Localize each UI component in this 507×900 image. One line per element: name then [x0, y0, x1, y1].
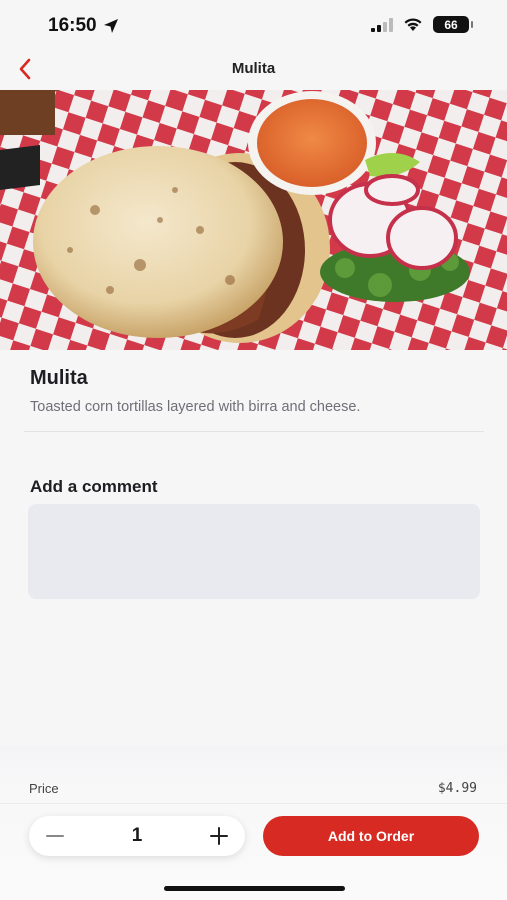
increase-quantity-button[interactable] — [207, 824, 231, 848]
cellular-signal-icon — [371, 17, 393, 32]
divider — [24, 431, 484, 432]
home-indicator[interactable] — [164, 886, 345, 891]
price-value: $4.99 — [437, 781, 477, 796]
nav-bar: Mulita — [0, 50, 507, 90]
status-bar: 16:50 66 — [0, 0, 507, 50]
plus-icon — [210, 827, 228, 845]
item-description: Toasted corn tortillas layered with birr… — [30, 399, 361, 415]
status-time: 16:50 — [48, 15, 97, 36]
food-photo — [0, 90, 507, 350]
item-name: Mulita — [30, 367, 88, 389]
add-to-order-button[interactable]: Add to Order — [263, 816, 479, 856]
food-photo-illustration — [0, 90, 507, 350]
comment-label: Add a comment — [30, 477, 158, 496]
location-arrow-icon — [103, 19, 118, 33]
status-time-group: 16:50 — [48, 15, 119, 37]
price-label: Price — [29, 781, 59, 796]
status-indicators: 66 — [371, 16, 473, 33]
divider — [0, 803, 507, 804]
comment-input[interactable] — [28, 504, 480, 599]
battery-icon: 66 — [433, 16, 473, 33]
quantity-stepper: 1 — [29, 816, 245, 856]
page-title: Mulita — [231, 60, 276, 77]
battery-level: 66 — [444, 17, 458, 32]
wifi-icon — [404, 18, 422, 31]
